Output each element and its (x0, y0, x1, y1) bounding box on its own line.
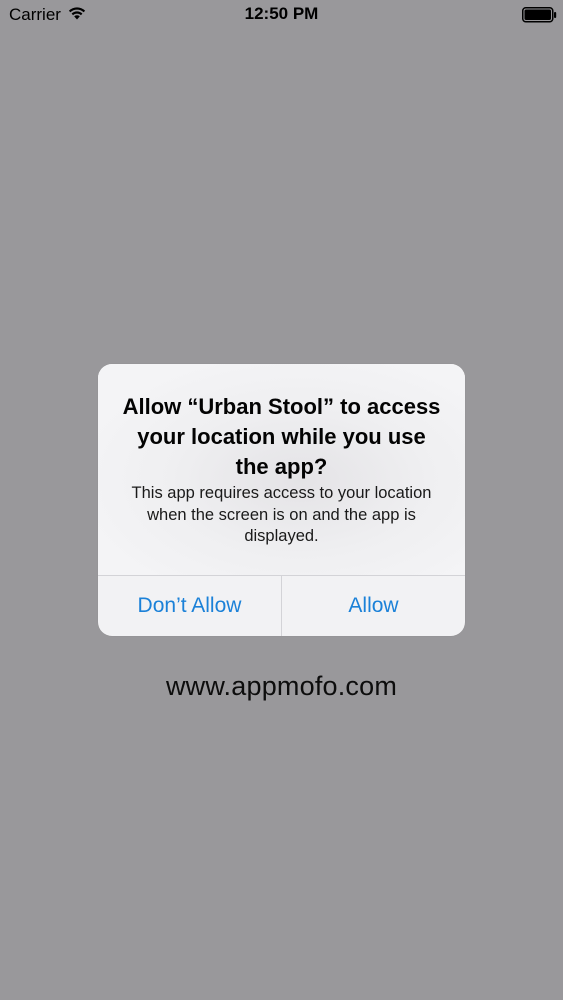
battery-full-icon (522, 7, 557, 23)
clock: 12:50 PM (244, 4, 319, 23)
alert-message: This app requires access to your locatio… (131, 484, 432, 545)
watermark-text: www.appmofo.com (165, 671, 398, 701)
allow-button[interactable]: Allow (282, 576, 465, 636)
location-permission-alert: Allow “Urban Stool” to access your locat… (98, 364, 465, 636)
status-bar: Carrier 12:50 PM (0, 0, 563, 30)
alert-title: Allow “Urban Stool” to access your locat… (122, 394, 441, 479)
dont-allow-button[interactable]: Don’t Allow (98, 576, 281, 636)
alert-body: Allow “Urban Stool” to access your locat… (98, 364, 465, 575)
